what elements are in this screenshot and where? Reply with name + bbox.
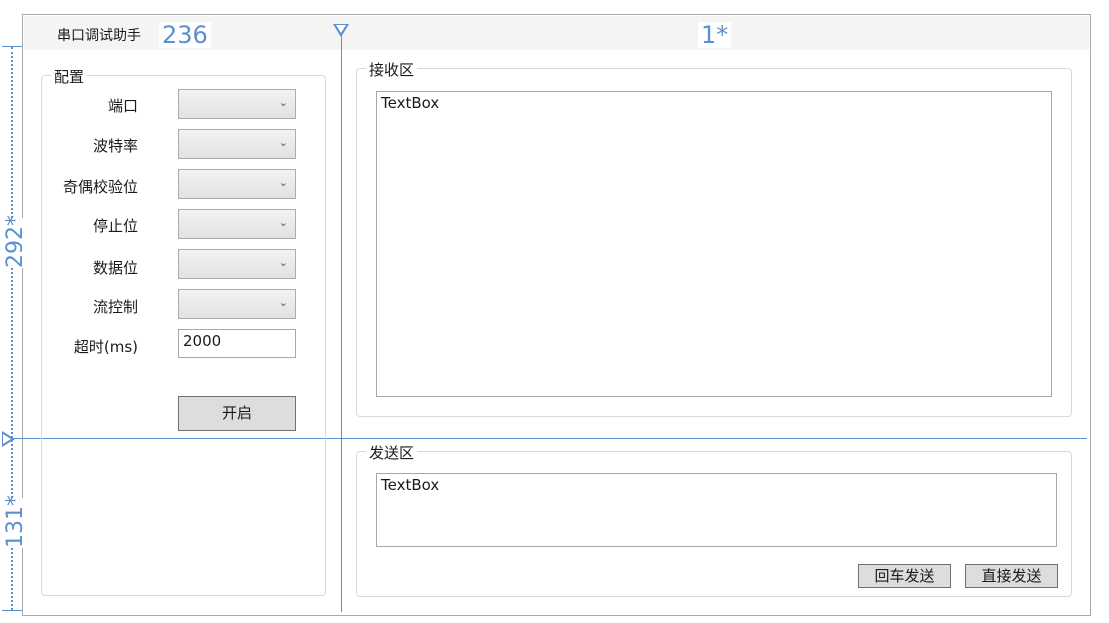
col0-width-label: 236: [159, 22, 211, 48]
column-splitter-handle-inner: [336, 25, 346, 33]
chevron-down-icon: ⌄: [278, 296, 288, 309]
port-combo[interactable]: ⌄: [178, 89, 296, 119]
stop-bits-combo[interactable]: ⌄: [178, 209, 296, 239]
row-splitter-handle-inner: [3, 434, 11, 444]
chevron-down-icon: ⌄: [278, 176, 288, 189]
row-ruler-bottom-tick: [2, 610, 22, 611]
send-group-legend: 发送区: [366, 442, 418, 463]
parity-combo[interactable]: ⌄: [178, 169, 296, 199]
open-button[interactable]: 开启: [178, 396, 296, 431]
send-direct-button[interactable]: 直接发送: [965, 564, 1058, 588]
receive-textbox[interactable]: TextBox: [376, 91, 1052, 397]
send-enter-button[interactable]: 回车发送: [858, 564, 951, 588]
timeout-input[interactable]: 2000: [178, 329, 296, 358]
receive-group-legend: 接收区: [366, 59, 418, 80]
baud-rate-combo[interactable]: ⌄: [178, 129, 296, 159]
chevron-down-icon: ⌄: [278, 96, 288, 109]
baud-rate-label: 波特率: [92, 137, 138, 155]
parity-label: 奇偶校验位: [62, 178, 138, 196]
timeout-label: 超时(ms): [73, 338, 138, 356]
window-title: 串口调试助手: [54, 25, 144, 45]
data-bits-label: 数据位: [92, 259, 138, 277]
col1-width-label: 1*: [698, 22, 732, 48]
row1-height-label: 131*: [3, 495, 28, 548]
data-bits-combo[interactable]: ⌄: [178, 249, 296, 279]
chevron-down-icon: ⌄: [278, 256, 288, 269]
port-label: 端口: [107, 97, 138, 115]
column-splitter[interactable]: [341, 28, 342, 612]
chevron-down-icon: ⌄: [278, 216, 288, 229]
flow-control-combo[interactable]: ⌄: [178, 289, 296, 319]
send-textbox[interactable]: TextBox: [376, 473, 1057, 547]
chevron-down-icon: ⌄: [278, 136, 288, 149]
stop-bits-label: 停止位: [92, 217, 138, 235]
config-group-legend: 配置: [51, 66, 88, 87]
flow-control-label: 流控制: [92, 298, 138, 316]
